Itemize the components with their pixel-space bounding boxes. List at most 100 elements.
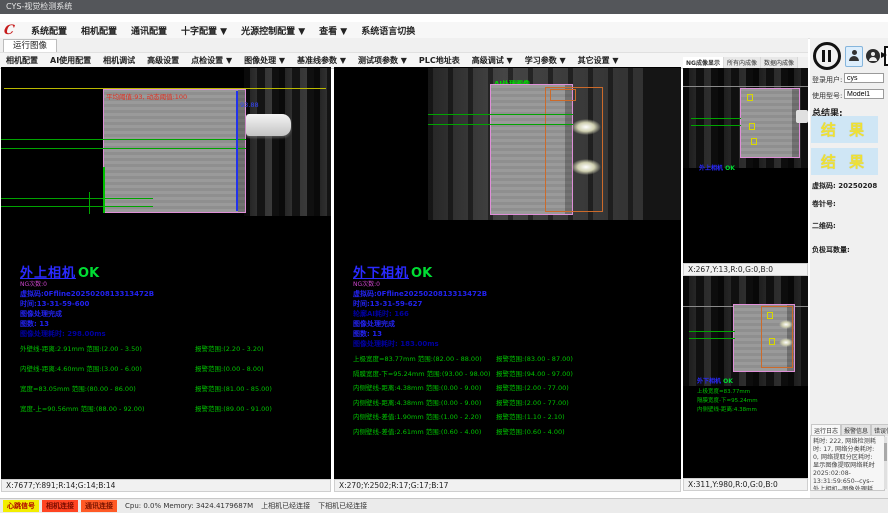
pixel-coords-text: X:311,Y:980,R:0,G:0,B:0 bbox=[688, 480, 778, 489]
model-input[interactable] bbox=[844, 89, 884, 99]
menu-light-control[interactable]: 光源控制配置 ▼ bbox=[234, 24, 312, 37]
machinery-edge-line bbox=[683, 86, 808, 87]
tool-other-settings[interactable]: 其它设置 ▼ bbox=[572, 55, 625, 66]
ng-count-label: NG次数:0 bbox=[353, 281, 573, 289]
measure-line bbox=[1, 198, 153, 199]
battery-cell-region bbox=[103, 89, 246, 213]
tool-spot-check[interactable]: 点检设置 ▼ bbox=[185, 55, 238, 66]
ai-detection-box-small bbox=[550, 89, 576, 101]
measurement-alarm-range: 报警范围:(89.00 - 91.00) bbox=[195, 406, 272, 413]
measurement-name: 内侧壁线-距离:4.38mm 范围:(0.00 - 9.00) bbox=[353, 385, 496, 392]
login-user-input[interactable] bbox=[844, 73, 884, 83]
result-ok-text: OK bbox=[411, 266, 432, 281]
marker-box bbox=[751, 138, 757, 145]
pixel-coords-text: X:7677;Y:891;R:14;G:14;B:14 bbox=[6, 481, 115, 490]
tool-advanced-settings[interactable]: 高级设置 bbox=[141, 55, 185, 66]
log-scrollbar[interactable] bbox=[884, 437, 887, 489]
frame-count-label: 图数: 13 bbox=[20, 319, 272, 329]
measurement-alarm-range: 报警范围:(1.10 - 2.10) bbox=[496, 414, 565, 421]
measurement-name: 外壁线-距离:2.91mm 范围:(2.00 - 3.50) bbox=[20, 346, 195, 353]
reflection-flare bbox=[571, 159, 601, 175]
camera-view-lower[interactable]: AI处理图像 外下相机OK NG次数:0 虚拟码:0Ffline20250208… bbox=[334, 67, 681, 479]
measure-line bbox=[689, 331, 735, 332]
log-scrollbar-thumb[interactable] bbox=[884, 443, 887, 461]
tool-test-params[interactable]: 测试项参数 ▼ bbox=[352, 55, 413, 66]
measurement-alarm-range: 报警范围:(0.00 - 8.00) bbox=[195, 366, 264, 373]
user-account-icon[interactable] bbox=[866, 49, 880, 63]
tab-all-images[interactable]: 所有内成像 bbox=[724, 57, 761, 68]
machinery-dark-column bbox=[643, 68, 681, 220]
tool-camera-config[interactable]: 相机配置 bbox=[0, 55, 44, 66]
measurement-alarm-range: 报警范围:(0.60 - 4.00) bbox=[496, 429, 565, 436]
camera-title: 外上相机 bbox=[20, 266, 76, 281]
app-logo-icon bbox=[3, 24, 19, 37]
measurement-alarm-range: 报警范围:(81.00 - 85.00) bbox=[195, 386, 272, 393]
cell-edge-marker bbox=[103, 167, 105, 213]
tab-run-image[interactable]: 运行图像 bbox=[3, 39, 57, 53]
time-label: 时间:13-31-59-600 bbox=[20, 299, 272, 309]
tool-baseline-params[interactable]: 基准线参数 ▼ bbox=[291, 55, 352, 66]
measurement-alarm-range: 报警范围:(2.00 - 77.00) bbox=[496, 400, 569, 407]
tool-ai-usage-config[interactable]: AI使用配置 bbox=[44, 55, 97, 66]
camera-view-upper[interactable]: 平均阈值:93, 动态阈值:100 93.88 外上相机OK NG次数:0 虚拟… bbox=[1, 67, 331, 479]
reflection-flare bbox=[779, 320, 793, 329]
camera-title: 外下相机 bbox=[697, 378, 721, 385]
menu-comm-config[interactable]: 通讯配置 bbox=[124, 24, 174, 37]
measurement-name: 内侧壁线-差值:1.90mm 范围:(1.00 - 2.20) bbox=[353, 414, 496, 421]
tool-image-processing[interactable]: 图像处理 ▼ bbox=[238, 55, 291, 66]
tool-learning-params[interactable]: 学习参数 ▼ bbox=[519, 55, 572, 66]
qr-code-label: 二维码: bbox=[812, 221, 836, 231]
logout-icon[interactable] bbox=[884, 46, 888, 66]
thumb-measure-line: 上极宽度=83.77mm bbox=[697, 388, 750, 396]
pixel-coords-bar-thumb-upper: X:267,Y:13,R:0,G:0,B:0 bbox=[683, 263, 808, 276]
tool-advanced-debug[interactable]: 高级调试 ▼ bbox=[466, 55, 519, 66]
measure-line bbox=[691, 118, 741, 119]
camera-result-title-row: 外下相机OK bbox=[353, 262, 573, 281]
pixel-coords-bar-lower: X:270;Y:2502;R:17;G:17;B:17 bbox=[334, 479, 681, 492]
measurement-row: 上极宽度=83.77mm 范围:(82.00 - 88.00)报警范围:(83.… bbox=[353, 353, 573, 363]
tool-plc-address[interactable]: PLC地址表 bbox=[413, 55, 466, 66]
marker-box bbox=[747, 94, 753, 101]
reflection-flare bbox=[779, 338, 793, 347]
measurement-list: 上极宽度=83.77mm 范围:(82.00 - 88.00)报警范围:(83.… bbox=[353, 353, 573, 435]
measurement-row: 隔膜宽度-下=95.24mm 范围:(93.00 - 98.00)报警范围:(9… bbox=[353, 368, 573, 378]
pixel-coords-bar-upper: X:7677;Y:891;R:14;G:14;B:14 bbox=[1, 479, 331, 492]
measure-line bbox=[1, 148, 246, 149]
ng-count-label: NG次数:0 bbox=[20, 281, 272, 289]
tab-strip: 运行图像 bbox=[0, 38, 808, 53]
menu-view[interactable]: 查看 ▼ bbox=[312, 24, 354, 37]
tab-ng-display[interactable]: NG成像显示 bbox=[683, 57, 724, 68]
barcode-value-label: 虚拟码: 20250208 bbox=[812, 181, 877, 191]
pixel-coords-text: X:267,Y:13,R:0,G:0,B:0 bbox=[688, 265, 773, 274]
thumb-view-upper[interactable]: 外上相机 OK bbox=[683, 68, 808, 263]
control-panel: 登录用户: 使用型号: 总结果: 结 果 结 果 虚拟码: 20250208 卷… bbox=[810, 38, 888, 498]
measure-line bbox=[1, 139, 246, 140]
result-overlay-lower: 外下相机OK NG次数:0 虚拟码:0Ffline202502081331347… bbox=[353, 262, 573, 440]
status-badge-heartbeat: 心跳信号 bbox=[3, 500, 39, 512]
status-badge-comm: 通讯连接 bbox=[81, 500, 117, 512]
tab-data-images[interactable]: 数据内成像 bbox=[761, 57, 798, 68]
login-user-button[interactable] bbox=[845, 46, 863, 67]
thumb-view-lower[interactable]: 外下相机 OK 上极宽度=83.77mm 隔膜宽度-下=95.24mm 内侧壁线… bbox=[683, 276, 808, 478]
measurement-row: 内侧壁线-距离:4.38mm 范围:(0.00 - 9.00)报警范围:(2.0… bbox=[353, 397, 573, 407]
user-icon bbox=[849, 47, 859, 61]
camera-title: 外下相机 bbox=[353, 266, 409, 281]
camera-result-title-row: 外上相机OK bbox=[20, 262, 272, 281]
measurement-alarm-range: 报警范围:(2.00 - 77.00) bbox=[496, 385, 569, 392]
result-overlay-upper: 外上相机OK NG次数:0 虚拟码:0Ffline202502081331347… bbox=[20, 262, 272, 423]
result-box-lower: 结 果 bbox=[811, 148, 878, 175]
menu-camera-config[interactable]: 相机配置 bbox=[74, 24, 124, 37]
menu-cross-config[interactable]: 十字配置 ▼ bbox=[174, 24, 234, 37]
tool-camera-debug[interactable]: 相机调试 bbox=[97, 55, 141, 66]
pause-button[interactable] bbox=[813, 42, 841, 70]
result-ok-text: OK bbox=[78, 266, 99, 281]
log-text-area[interactable]: 耗时: 222, 网络检测耗时: 17, 网络分类耗时: 0, 网络提取分区耗时… bbox=[810, 435, 885, 491]
winding-pin-label: 卷针号: bbox=[812, 199, 836, 209]
menu-language-switch[interactable]: 系统语言切换 bbox=[354, 24, 422, 37]
measurement-row: 内侧壁线-差值:2.61mm 范围:(0.60 - 4.00)报警范围:(0.6… bbox=[353, 426, 573, 436]
app-window: CYS-视觉检测系统 系统配置 相机配置 通讯配置 十字配置 ▼ 光源控制配置 … bbox=[0, 0, 888, 522]
menu-system-config[interactable]: 系统配置 bbox=[24, 24, 74, 37]
ai-elapsed-label: 轮廓AI耗时: 166 bbox=[353, 309, 573, 319]
measurement-alarm-range: 报警范围:(83.00 - 87.00) bbox=[496, 356, 573, 363]
threshold-overlay-label: 平均阈值:93, 动态阈值:100 bbox=[106, 91, 187, 101]
